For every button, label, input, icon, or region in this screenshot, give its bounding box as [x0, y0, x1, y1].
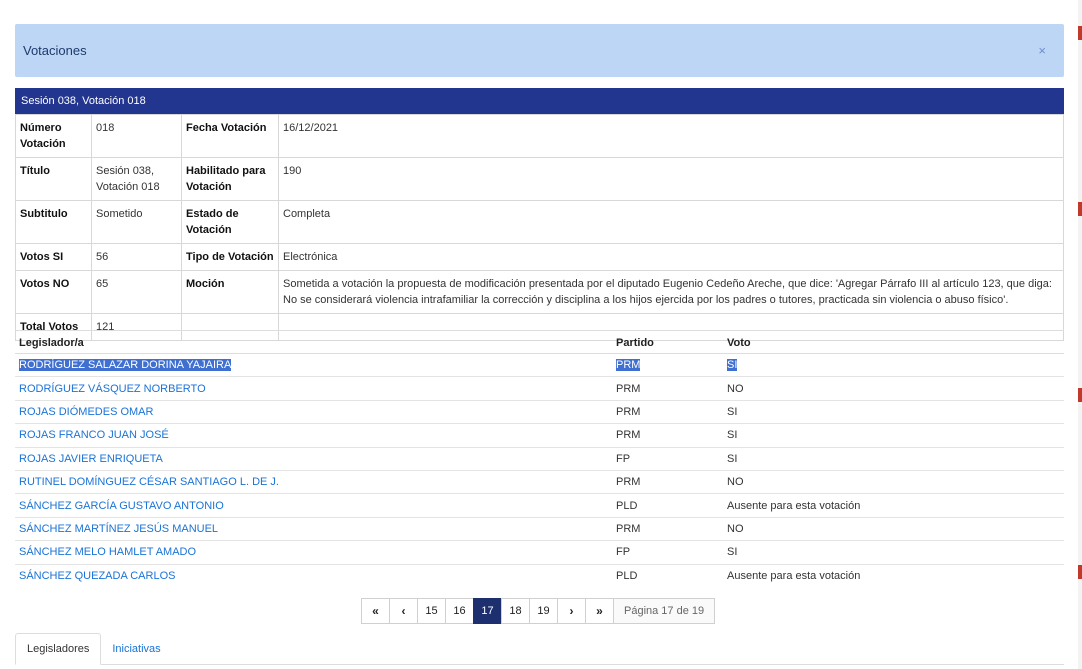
page-15-button[interactable]: 15 [417, 598, 446, 624]
legislator-link[interactable]: SÁNCHEZ GARCÍA GUSTAVO ANTONIO [19, 500, 224, 512]
party-cell: PRM [612, 423, 723, 448]
table-row: RUTINEL DOMÍNGUEZ CÉSAR SANTIAGO L. DE J… [15, 470, 1064, 495]
party-cell: PLD [612, 493, 723, 518]
vote-info-table: Número Votación 018 Fecha Votación 16/12… [15, 114, 1064, 341]
legislator-link[interactable]: RODRÍGUEZ VÁSQUEZ NORBERTO [19, 383, 206, 395]
edge-marker [1078, 202, 1082, 216]
page-info: Página 17 de 19 [613, 598, 716, 624]
vote-cell: Ausente para esta votación [727, 569, 861, 582]
vote-cell: SI [727, 359, 738, 372]
habilitado-label: Habilitado para Votación [181, 157, 279, 201]
legislator-link[interactable]: ROJAS JAVIER ENRIQUETA [19, 453, 163, 465]
party-cell: PRM [612, 400, 723, 425]
table-row: SÁNCHEZ QUEZADA CARLOS PLD Ausente para … [15, 564, 1064, 587]
last-page-button[interactable]: » [585, 598, 614, 624]
tipo-label: Tipo de Votación [181, 243, 279, 271]
mocion-value: Sometida a votación la propuesta de modi… [278, 270, 1064, 314]
titulo-value: Sesión 038, Votación 018 [91, 157, 182, 201]
pagination: « ‹ 15 16 17 18 19 › » Página 17 de 19 [361, 598, 716, 624]
tab-divider [15, 664, 1064, 665]
tab-legisladores[interactable]: Legisladores [15, 633, 102, 665]
table-row: SÁNCHEZ MELO HAMLET AMADO FP SI [15, 540, 1064, 565]
column-header-legislador: Legislador/a [15, 330, 612, 354]
vote-cell: Ausente para esta votación [723, 493, 1064, 518]
fecha-value: 16/12/2021 [278, 114, 1064, 158]
estado-value: Completa [278, 200, 1064, 244]
legislator-link[interactable]: ROJAS FRANCO JUAN JOSÉ [19, 429, 169, 441]
habilitado-value: 190 [278, 157, 1064, 201]
legislator-link[interactable]: SÁNCHEZ QUEZADA CARLOS [19, 570, 175, 582]
vote-cell: SI [723, 540, 1064, 565]
vote-cell: NO [723, 517, 1064, 542]
legislator-link[interactable]: ROJAS DIÓMEDES OMAR [19, 406, 153, 418]
party-cell: FP [612, 540, 723, 565]
votos-si-value: 56 [91, 243, 182, 271]
edge-marker [1078, 26, 1082, 40]
numero-label: Número Votación [15, 114, 92, 158]
vote-cell: NO [723, 470, 1064, 495]
legislators-table: Legislador/a Partido Voto RODRÍGUEZ SALA… [15, 330, 1064, 587]
close-icon[interactable]: × [1038, 43, 1046, 58]
tipo-value: Electrónica [278, 243, 1064, 271]
estado-label: Estado de Votación [181, 200, 279, 244]
vote-cell: SI [723, 447, 1064, 471]
legislator-link[interactable]: RUTINEL DOMÍNGUEZ CÉSAR SANTIAGO L. DE J… [19, 476, 279, 488]
votos-no-label: Votos NO [15, 270, 92, 314]
modal-title: Votaciones [23, 43, 87, 58]
edge-marker [1078, 388, 1082, 402]
party-cell: PRM [616, 359, 641, 372]
table-row: ROJAS DIÓMEDES OMAR PRM SI [15, 400, 1064, 425]
tab-bar: Legisladores Iniciativas [15, 633, 172, 665]
first-page-button[interactable]: « [361, 598, 390, 624]
edge-marker [1078, 565, 1082, 579]
next-page-button[interactable]: › [557, 598, 586, 624]
column-header-voto: Voto [723, 330, 1064, 354]
votos-si-label: Votos SI [15, 243, 92, 271]
mocion-label: Moción [181, 270, 279, 314]
subtitulo-label: Subtitulo [15, 200, 92, 244]
prev-page-button[interactable]: ‹ [389, 598, 418, 624]
party-cell: PRM [612, 376, 723, 401]
tab-iniciativas[interactable]: Iniciativas [101, 633, 171, 665]
votos-no-value: 65 [91, 270, 182, 314]
table-row: SÁNCHEZ GARCÍA GUSTAVO ANTONIO PLD Ausen… [15, 493, 1064, 518]
numero-value: 018 [91, 114, 182, 158]
table-row: SÁNCHEZ MARTÍNEZ JESÚS MANUEL PRM NO [15, 517, 1064, 542]
fecha-label: Fecha Votación [181, 114, 279, 158]
table-row: ROJAS FRANCO JUAN JOSÉ PRM SI [15, 423, 1064, 448]
table-row: RODRÍGUEZ VÁSQUEZ NORBERTO PRM NO [15, 376, 1064, 401]
vote-cell: SI [723, 423, 1064, 448]
page-17-button[interactable]: 17 [473, 598, 502, 624]
party-cell: PRM [612, 470, 723, 495]
column-header-partido: Partido [612, 330, 723, 354]
subtitulo-value: Sometido [91, 200, 182, 244]
party-cell: PRM [612, 517, 723, 542]
session-title-bar: Sesión 038, Votación 018 [15, 88, 1064, 114]
vote-cell: NO [723, 376, 1064, 401]
page-19-button[interactable]: 19 [529, 598, 558, 624]
party-cell: FP [612, 447, 723, 471]
party-cell: PLD [616, 569, 638, 582]
legislator-link[interactable]: SÁNCHEZ MELO HAMLET AMADO [19, 546, 196, 558]
modal-header: Votaciones × [15, 24, 1064, 77]
legislator-link[interactable]: RODRÍGUEZ SALAZAR DORINA YAJAIRA [19, 359, 232, 372]
legislator-link[interactable]: SÁNCHEZ MARTÍNEZ JESÚS MANUEL [19, 523, 218, 535]
page-18-button[interactable]: 18 [501, 598, 530, 624]
page-16-button[interactable]: 16 [445, 598, 474, 624]
table-row: ROJAS JAVIER ENRIQUETA FP SI [15, 447, 1064, 471]
table-row: RODRÍGUEZ SALAZAR DORINA YAJAIRA PRM SI [15, 353, 1064, 378]
titulo-label: Título [15, 157, 92, 201]
vote-cell: SI [723, 400, 1064, 425]
